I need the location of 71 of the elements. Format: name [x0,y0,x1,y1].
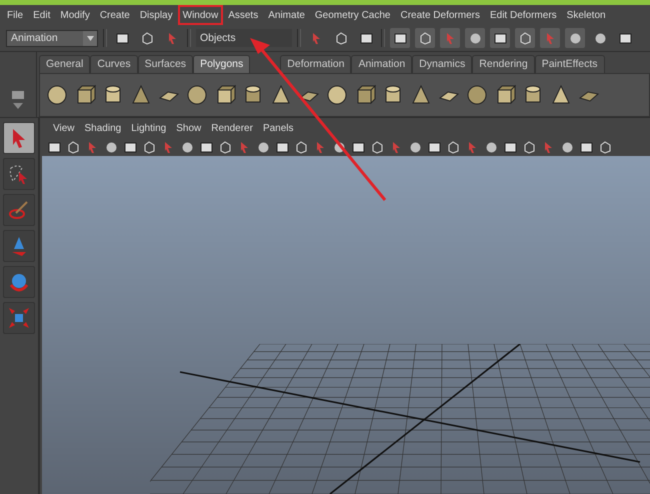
sphere-icon[interactable] [186,84,208,106]
menu-item[interactable]: Modify [55,5,95,25]
menu-item[interactable]: Edit Deformers [484,5,562,25]
shelf-tab[interactable]: Deformation [280,55,352,73]
tool-button[interactable] [3,194,35,226]
cone-icon[interactable] [410,84,432,106]
menu-item[interactable]: Geometry Cache [310,5,396,25]
window-icon[interactable] [116,32,128,44]
shelf-tab[interactable]: Surfaces [138,55,194,73]
menu-item[interactable]: Create Deformers [396,5,485,25]
window-icon[interactable] [48,140,60,154]
ball-icon[interactable] [256,140,270,154]
cone-icon[interactable] [550,84,572,106]
menu-item[interactable]: File [2,5,28,25]
menu-item[interactable]: Window [178,5,224,25]
menu-item[interactable]: Skeleton [562,5,611,25]
paint-brush-icon[interactable] [8,199,30,221]
panel-menu-item[interactable]: View [48,118,80,138]
ball-icon[interactable] [180,140,194,154]
ball-icon[interactable] [332,140,346,154]
menu-item[interactable]: Assets [223,5,264,25]
shelf-tab[interactable]: Dynamics [412,55,472,73]
panel-menu-item[interactable]: Lighting [126,118,172,138]
window-icon[interactable] [394,32,406,44]
caret-icon [86,36,94,40]
window-icon[interactable] [580,140,592,154]
menu-item[interactable]: Create [94,5,135,25]
sphere-icon[interactable] [466,84,488,106]
window-icon[interactable] [360,32,372,44]
window-icon[interactable] [124,140,136,154]
mode-dropdown[interactable]: Animation [6,30,98,46]
ball-icon[interactable] [104,140,118,154]
panel-menu-item[interactable]: Panels [258,118,299,138]
ball-icon[interactable] [594,32,606,44]
tool-button[interactable] [3,122,35,154]
cone-icon[interactable] [270,84,292,106]
window-icon[interactable] [428,140,440,154]
tool-button[interactable] [3,158,35,190]
cone-icon[interactable] [130,84,152,106]
panel-menu-item[interactable]: Shading [80,118,126,138]
sphere-icon[interactable] [46,84,68,106]
tool-button[interactable] [3,302,35,334]
shelf-tab[interactable]: Polygons [193,55,250,73]
ball-icon[interactable] [560,140,574,154]
rotate-tool-icon[interactable] [8,271,30,293]
window-icon[interactable] [494,32,506,44]
shelf-tab[interactable]: General [39,55,90,73]
selection-mask-field[interactable]: Objects [196,29,292,47]
panel-menu-item[interactable]: Show [171,118,206,138]
shelf-tab[interactable]: PaintEffects [534,55,605,73]
menu-item[interactable]: Edit [28,5,56,25]
window-icon[interactable] [200,140,212,154]
menu-item[interactable]: Display [134,5,178,25]
tool-button[interactable] [3,266,35,298]
ball-icon[interactable] [468,32,482,44]
shelf-menu-icon[interactable] [10,89,26,111]
tool-button[interactable] [3,230,35,262]
ball-icon[interactable] [568,32,582,44]
shelf-tab[interactable]: Curves [90,55,138,73]
menu-item[interactable]: Animate [263,5,310,25]
scale-tool-icon[interactable] [8,307,30,329]
ball-icon[interactable] [408,140,422,154]
shelf-tab[interactable]: Rendering [472,55,535,73]
window-icon[interactable] [276,140,288,154]
sphere-icon[interactable] [326,84,348,106]
shelf-tab[interactable]: Animation [351,55,412,73]
window-icon[interactable] [504,140,516,154]
panel-menu-item[interactable]: Renderer [206,118,258,138]
window-icon[interactable] [352,140,364,154]
window-icon[interactable] [618,32,632,44]
ball-icon[interactable] [484,140,498,154]
